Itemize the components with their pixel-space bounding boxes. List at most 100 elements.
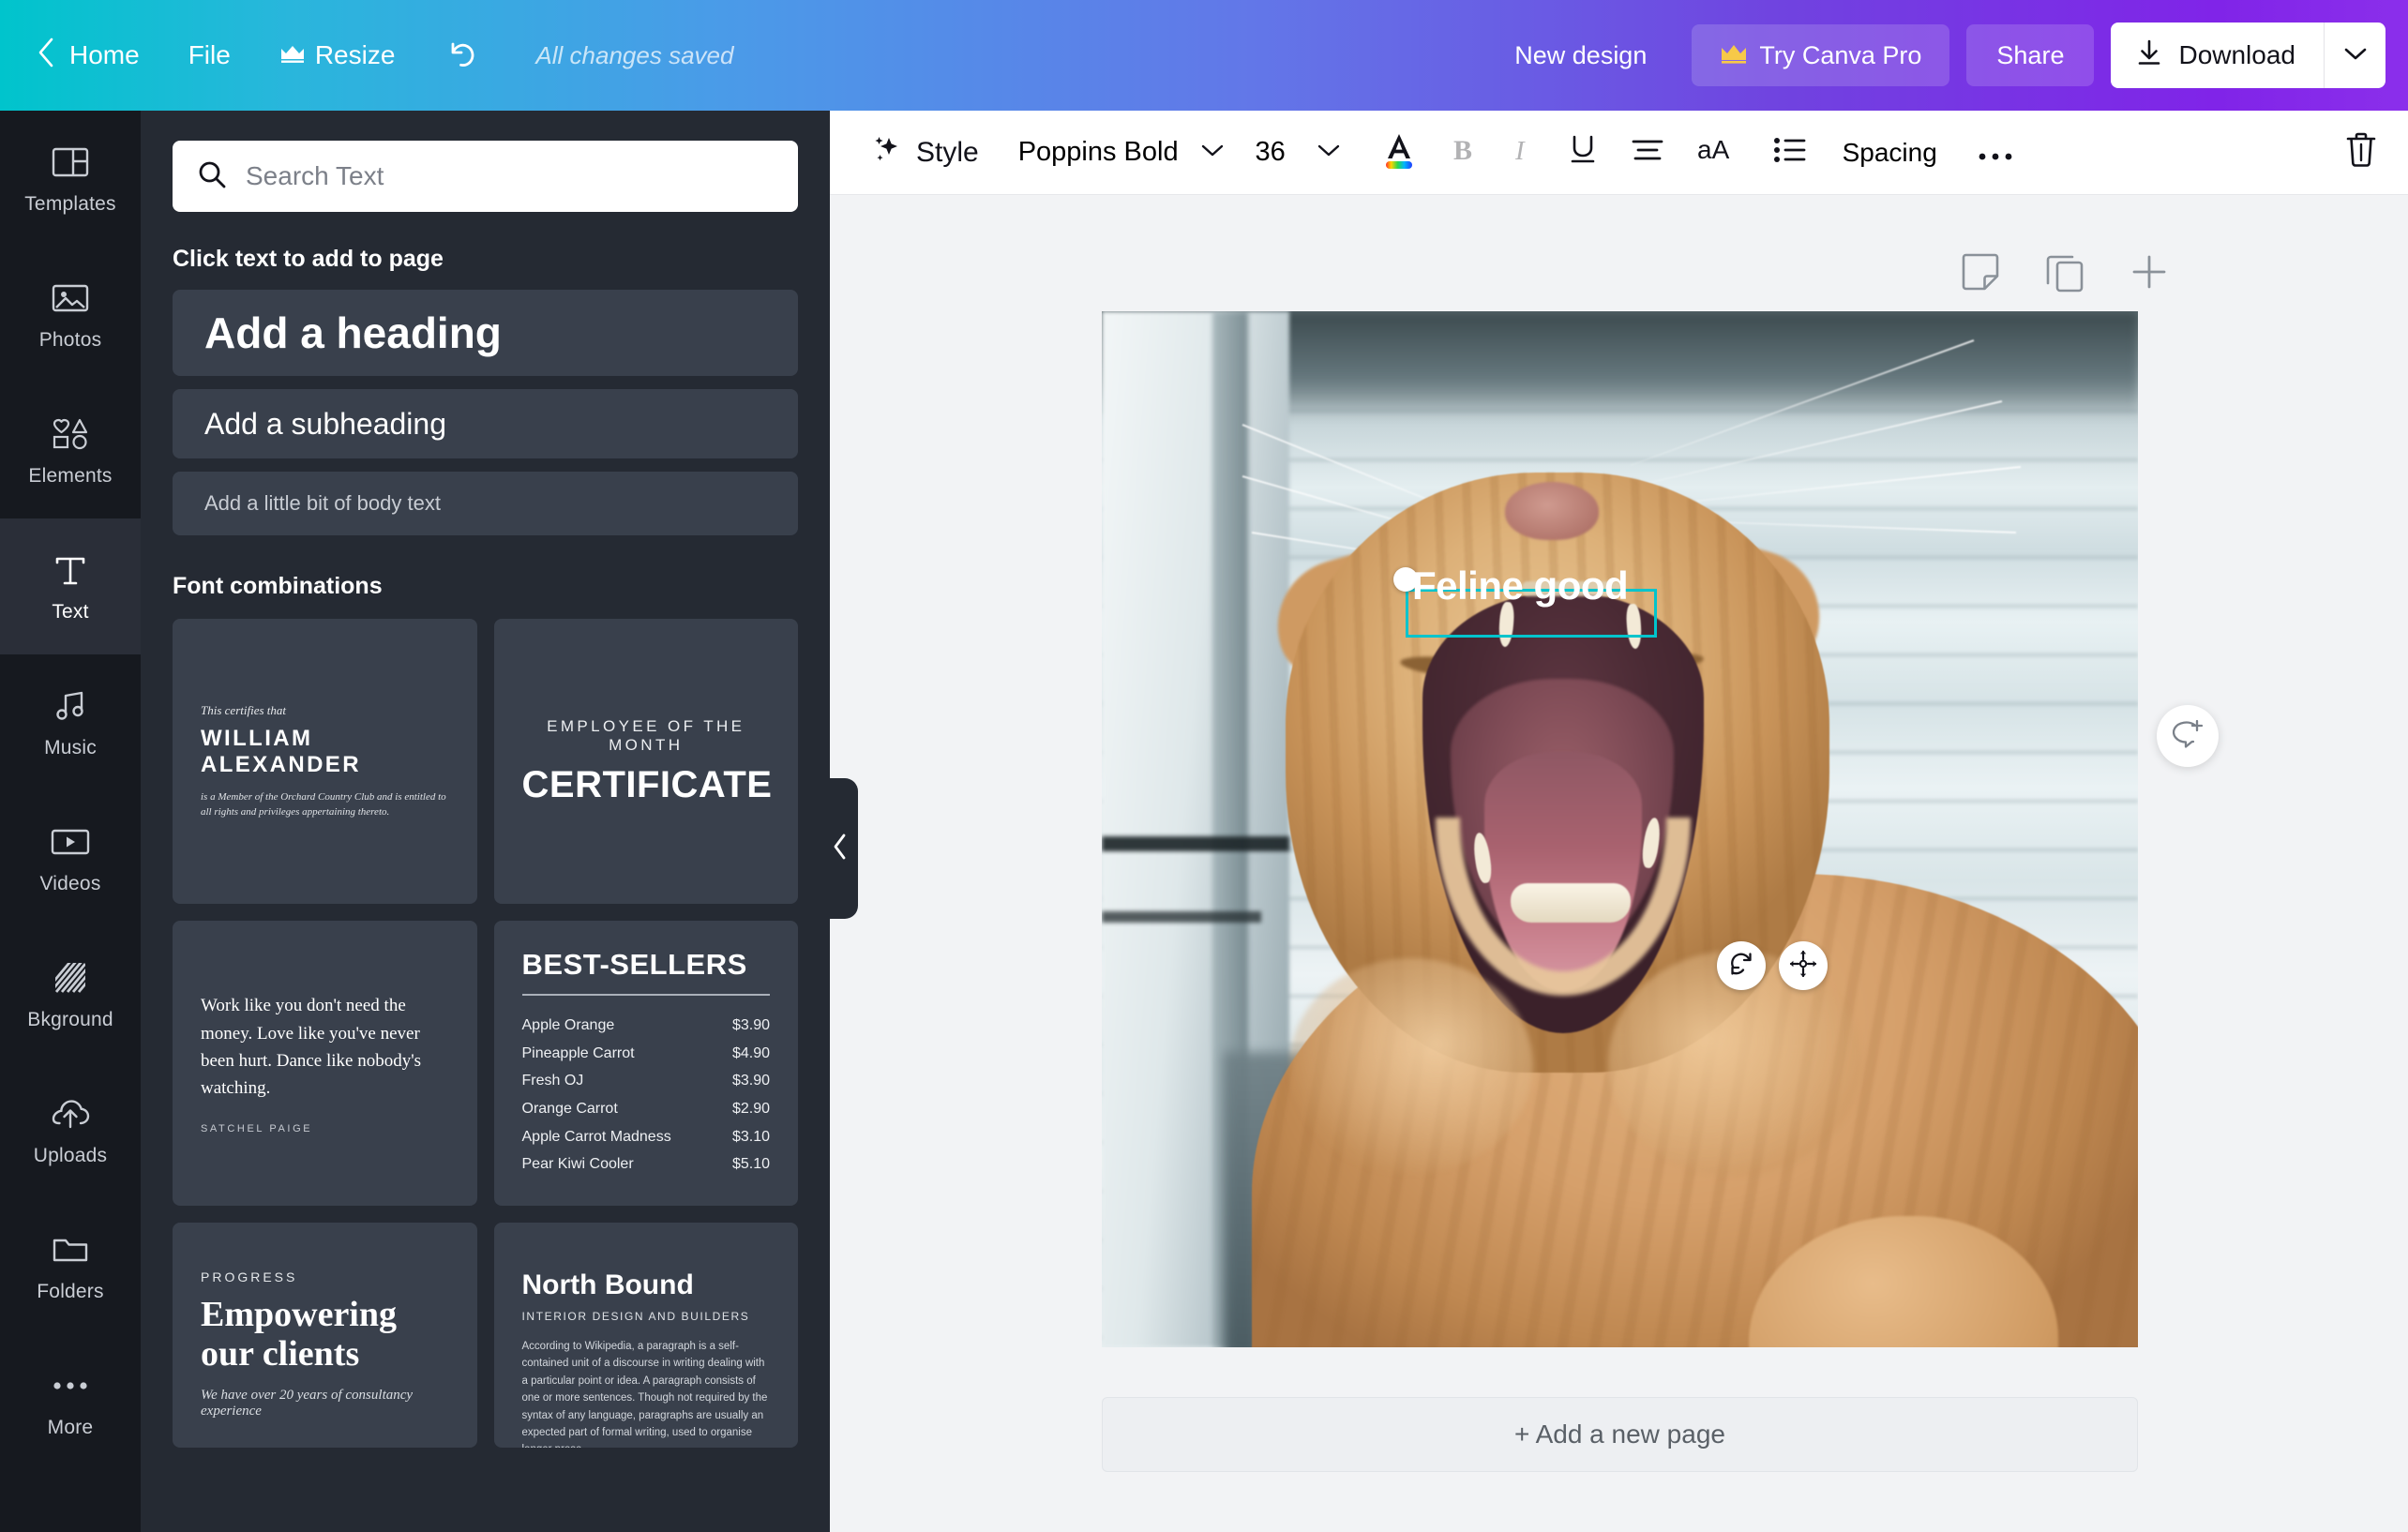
resize-button[interactable]: Resize	[255, 0, 420, 111]
add-subheading-button[interactable]: Add a subheading	[173, 389, 798, 458]
combo-title-text: CERTIFICATE	[521, 763, 773, 805]
font-combination-card[interactable]: BEST-SELLERS Apple Orange $3.90 Pineappl…	[493, 921, 798, 1206]
photo-background-pipe	[1102, 836, 1289, 851]
italic-icon: I	[1512, 133, 1536, 172]
sidebar-item-label: Text	[52, 601, 89, 623]
combo-title-text: North Bound	[521, 1269, 694, 1300]
home-button[interactable]: Home	[0, 0, 164, 111]
search-icon	[197, 159, 227, 194]
more-options-button[interactable]	[1977, 143, 2014, 162]
download-button[interactable]: Download	[2111, 23, 2324, 88]
combo-body-text: According to Wikipedia, a paragraph is a…	[521, 1341, 768, 1448]
download-icon	[2135, 38, 2163, 74]
font-family-caret[interactable]	[1179, 142, 1246, 163]
menu-row: Fresh OJ $3.90	[522, 1067, 771, 1095]
align-button[interactable]	[1630, 136, 1665, 169]
sidebar-item-more[interactable]: More	[0, 1334, 141, 1470]
underline-button[interactable]	[1568, 132, 1598, 173]
sidebar-item-videos[interactable]: Videos	[0, 790, 141, 926]
duplicate-page-icon[interactable]	[2044, 251, 2085, 293]
music-icon	[50, 685, 91, 727]
elements-icon	[50, 413, 91, 455]
notes-icon[interactable]	[1960, 251, 2001, 293]
italic-button[interactable]: I	[1512, 133, 1536, 172]
delete-button[interactable]	[2344, 130, 2378, 174]
design-page-canvas[interactable]: Feline good	[1102, 311, 2138, 1347]
menu-item-name: Apple Orange	[521, 1017, 615, 1034]
click-text-heading: Click text to add to page	[173, 246, 444, 272]
font-color-button[interactable]	[1378, 128, 1420, 176]
file-menu-button[interactable]: File	[164, 0, 255, 111]
combo-title-text: Empowering our clients	[201, 1295, 397, 1374]
undo-icon	[444, 37, 479, 75]
style-button[interactable]: Style	[871, 133, 979, 173]
share-button[interactable]: Share	[1966, 24, 2095, 86]
font-combination-card[interactable]: This certifies that WILLIAM ALEXANDER is…	[173, 619, 477, 904]
sidebar-item-text[interactable]: Text	[0, 518, 141, 654]
font-size-input[interactable]: 36	[1246, 137, 1295, 168]
menu-item-name: Apple Carrot Madness	[521, 1128, 671, 1145]
text-case-button[interactable]: aA	[1697, 134, 1740, 171]
undo-button[interactable]	[419, 0, 504, 111]
divider	[521, 994, 770, 997]
plus-icon[interactable]	[2129, 251, 2170, 293]
text-icon	[50, 549, 91, 591]
menu-row: Pineapple Carrot $4.90	[522, 1040, 771, 1068]
menu-item-name: Pineapple Carrot	[521, 1044, 635, 1061]
sparkle-icon	[871, 133, 903, 173]
text-panel-content: Search Text Click text to add to page Ad…	[141, 141, 830, 1448]
font-combination-card[interactable]: Work like you don't need the money. Love…	[173, 921, 477, 1206]
combo-kicker-text: PROGRESS	[201, 1269, 298, 1284]
sidebar-item-uploads[interactable]: Uploads	[0, 1062, 141, 1198]
menu-item-name: Pear Kiwi Cooler	[521, 1156, 634, 1173]
bold-button[interactable]: B	[1452, 133, 1480, 172]
sidebar-item-bkground[interactable]: Bkground	[0, 926, 141, 1062]
sidebar-item-templates[interactable]: Templates	[0, 111, 141, 247]
menu-item-price: $4.90	[731, 1044, 770, 1061]
add-heading-button[interactable]: Add a heading	[173, 290, 798, 376]
templates-icon	[50, 142, 91, 183]
sidebar-item-music[interactable]: Music	[0, 654, 141, 790]
photo-background-pipe	[1102, 911, 1261, 923]
videos-icon	[50, 821, 91, 863]
font-family-selector[interactable]: Poppins Bold	[1018, 137, 1179, 168]
more-dots-icon	[50, 1365, 91, 1406]
cat-nose	[1505, 482, 1599, 540]
sidebar-item-label: Videos	[39, 873, 101, 894]
font-combination-card[interactable]: North Bound INTERIOR DESIGN AND BUILDERS…	[493, 1223, 798, 1448]
chevron-left-icon	[832, 833, 849, 865]
add-new-page-button[interactable]: + Add a new page	[1102, 1397, 2138, 1472]
font-size-caret[interactable]	[1295, 142, 1362, 163]
more-dots-icon	[1977, 134, 2014, 170]
add-body-text-button[interactable]: Add a little bit of body text	[173, 472, 798, 535]
search-input[interactable]: Search Text	[246, 161, 384, 191]
folders-icon	[50, 1229, 91, 1270]
bullet-list-button[interactable]	[1772, 135, 1806, 170]
font-combination-card[interactable]: EMPLOYEE OF THE MONTH CERTIFICATE	[493, 619, 798, 904]
add-comment-button[interactable]	[2157, 705, 2219, 767]
spacing-button[interactable]: Spacing	[1843, 138, 1937, 168]
sidebar-item-elements[interactable]: Elements	[0, 383, 141, 518]
combo-body-text: is a Member of the Orchard Country Club …	[201, 790, 446, 819]
menu-item-price: $2.90	[731, 1101, 770, 1117]
font-combination-card[interactable]: PROGRESS Empowering our clients We have …	[173, 1223, 477, 1448]
try-canva-pro-button[interactable]: Try Canva Pro	[1692, 24, 1950, 86]
text-case-icon: aA	[1697, 134, 1740, 171]
new-design-button[interactable]: New design	[1486, 41, 1675, 70]
move-handle-button[interactable]	[1779, 941, 1828, 990]
sidebar-item-folders[interactable]: Folders	[0, 1198, 141, 1334]
collapse-panel-button[interactable]	[822, 778, 858, 919]
combo-quote-text: Work like you don't need the money. Love…	[201, 996, 422, 1099]
add-comment-icon	[2170, 716, 2205, 757]
download-options-caret[interactable]	[2324, 23, 2385, 88]
sidebar-item-label: Folders	[37, 1281, 104, 1302]
rotate-handle-button[interactable]	[1717, 941, 1766, 990]
top-bar: Home File Resize All changes saved New d…	[0, 0, 2408, 111]
sidebar-item-label: Templates	[24, 193, 116, 215]
sidebar-item-photos[interactable]: Photos	[0, 247, 141, 383]
selected-text-element[interactable]: Feline good	[1393, 566, 1657, 638]
page-actions-toolbar	[1960, 251, 2170, 293]
chevron-down-icon	[1199, 142, 1226, 163]
menu-item-name: Orange Carrot	[521, 1101, 618, 1117]
search-text-field[interactable]: Search Text	[173, 141, 798, 212]
